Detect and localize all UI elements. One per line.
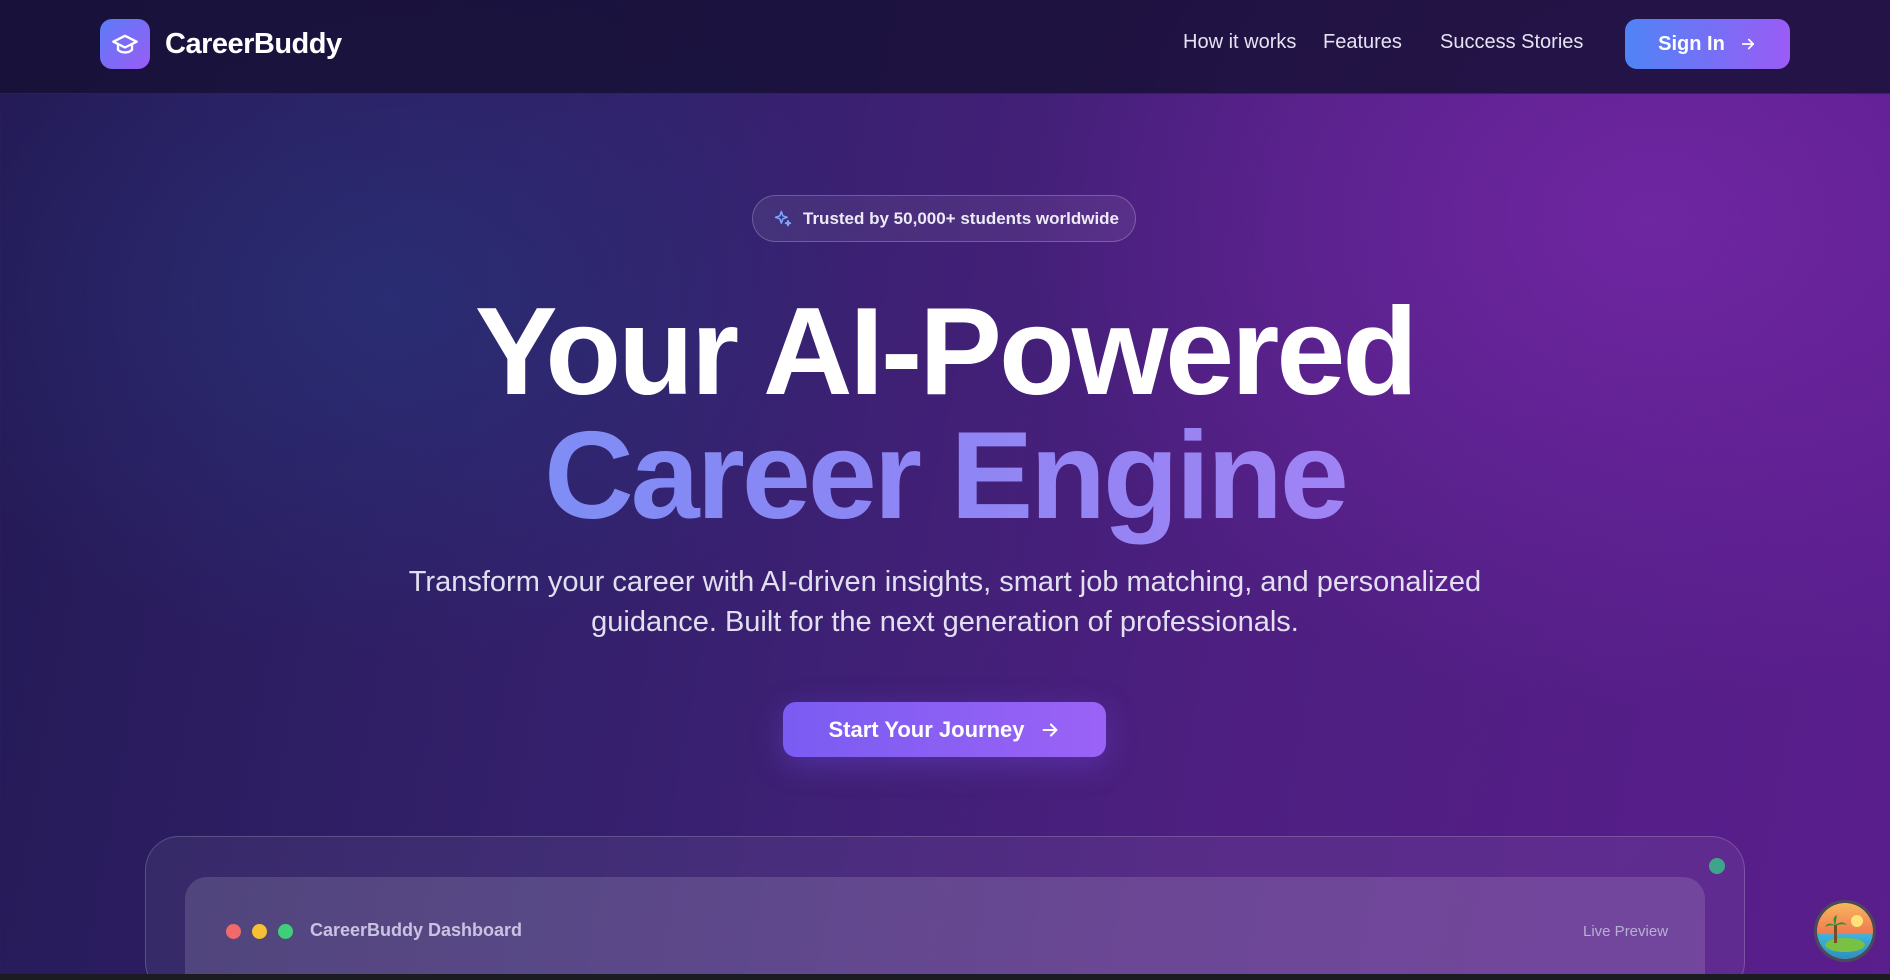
floating-assistant-avatar[interactable] xyxy=(1814,900,1876,962)
window-close-dot xyxy=(226,924,241,939)
window-controls xyxy=(226,924,304,939)
arrow-right-icon xyxy=(1741,38,1754,50)
graduation-cap-icon xyxy=(100,19,150,69)
window-maximize-dot xyxy=(278,924,293,939)
brand[interactable]: CareerBuddy xyxy=(100,19,342,69)
arrow-right-icon xyxy=(1042,722,1057,737)
nav-link-success-stories[interactable]: Success Stories xyxy=(1440,31,1583,54)
hero-subtitle-line1: Transform your career with AI-driven ins… xyxy=(408,566,1482,598)
nav-link-features[interactable]: Features xyxy=(1323,31,1440,54)
hero-subtitle-line2: guidance. Built for the next generation … xyxy=(591,606,1299,638)
live-preview-label: Live Preview xyxy=(1583,923,1669,940)
sign-in-label: Sign In xyxy=(1658,32,1725,55)
top-navbar: CareerBuddy How it works Features Succes… xyxy=(0,0,1890,94)
brand-name: CareerBuddy xyxy=(165,27,342,60)
island-avatar-icon xyxy=(1817,903,1873,959)
sign-in-button[interactable]: Sign In xyxy=(1625,19,1790,69)
start-journey-button[interactable]: Start Your Journey xyxy=(783,702,1106,757)
dashboard-title: CareerBuddy Dashboard xyxy=(310,920,523,940)
hero-title-line2: Career Engine xyxy=(0,406,1890,546)
sparkles-icon xyxy=(774,210,792,226)
window-minimize-dot xyxy=(252,924,267,939)
start-journey-label: Start Your Journey xyxy=(828,716,1025,742)
trust-badge-text: Trusted by 50,000+ students worldwide xyxy=(803,208,1120,228)
nav-link-how-it-works[interactable]: How it works xyxy=(1183,31,1315,54)
status-dot xyxy=(1709,858,1725,874)
bottom-edge xyxy=(0,974,1890,980)
hero-subtitle: Transform your career with AI-driven ins… xyxy=(345,562,1545,642)
trust-badge: Trusted by 50,000+ students worldwide xyxy=(752,195,1136,242)
nav-links: How it works Features Success Stories xyxy=(1183,31,1583,54)
hero-title-line1: Your AI-Powered xyxy=(474,283,1418,421)
